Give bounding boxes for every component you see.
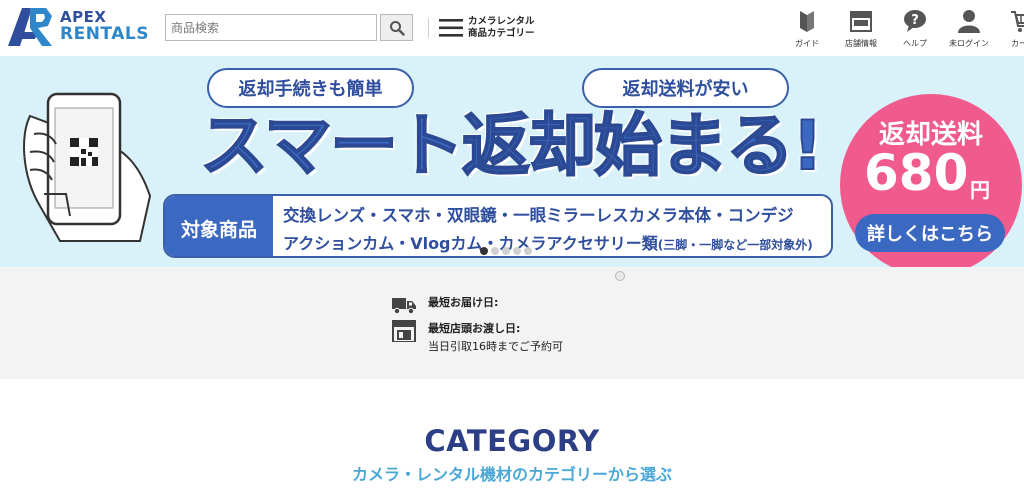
hamburger-menu-icon [439, 19, 463, 37]
search-icon [389, 20, 405, 36]
help-bubble-icon: ? [904, 10, 926, 32]
qr-code-icon [70, 138, 98, 166]
apex-rentals-logo[interactable]: APEX RENTALS [8, 8, 150, 48]
nav-help-label: ヘルプ [903, 39, 927, 48]
nav-cart-label: カート [1011, 39, 1024, 48]
badge-easy-return-text: 返却手続きも簡単 [238, 79, 383, 100]
nav-help[interactable]: ? ヘルプ [890, 8, 940, 49]
cart-icon [1011, 11, 1024, 32]
nav-store-info[interactable]: 店舗情報 [836, 8, 886, 49]
site-header: APEX RENTALS カメラレンタル 商品カテゴリー ガイド [0, 0, 1024, 56]
logo-text-rentals: RENTALS [60, 24, 149, 44]
badge-cheap-shipping-text: 返却送料が安い [622, 79, 749, 100]
fastest-pickup-label: 最短店頭お渡し日: [428, 322, 521, 335]
nav-cart[interactable]: カート [998, 8, 1024, 49]
guide-book-icon [800, 11, 814, 32]
category-menu-label-1: カメラレンタル [468, 16, 535, 27]
nav-store-info-label: 店舗情報 [845, 39, 877, 48]
target-products-line-2: アクションカム・Vlogカム・カメラアクセサリー類(三脚・一脚など一部対象外) [283, 230, 813, 254]
slider-indicator-dot[interactable] [615, 271, 625, 281]
carousel-dot[interactable] [491, 247, 499, 255]
category-subheading: カメラ・レンタル機材のカテゴリーから選ぶ [351, 465, 672, 484]
nav-guide-label: ガイド [795, 39, 819, 48]
carousel-dot[interactable] [513, 247, 521, 255]
hero-banner[interactable]: 返却手続きも簡単 返却送料が安い スマート返却始まる! 対象商品 交換レンズ・ス… [0, 56, 1024, 267]
delivery-truck-icon [392, 298, 416, 315]
target-products-note: (三脚・一脚など一部対象外) [657, 238, 813, 252]
nav-login[interactable]: 未ログイン [944, 8, 994, 49]
category-menu-label-2: 商品カテゴリー [468, 28, 535, 39]
target-products-label: 対象商品 [165, 196, 273, 256]
nav-guide[interactable]: ガイド [782, 8, 832, 49]
target-products-line-1: 交換レンズ・スマホ・双眼鏡・一眼ミラーレスカメラ本体・コンデジ [283, 206, 794, 225]
store-icon [850, 11, 872, 32]
return-fee-amount: 680 [864, 144, 969, 202]
store-front-icon [392, 320, 416, 342]
header-divider [428, 18, 429, 38]
return-fee-unit: 円 [970, 178, 990, 202]
target-products-line-2-text: アクションカム・Vlogカム・カメラアクセサリー類 [283, 234, 658, 253]
user-icon [958, 10, 980, 33]
carousel-dot[interactable] [480, 247, 488, 255]
nav-login-label: 未ログイン [949, 39, 989, 48]
header-nav: ガイド 店舗情報 ? ヘルプ 未ログイン カー [782, 8, 1024, 49]
details-button[interactable]: 詳しくはこちら [855, 214, 1005, 252]
svg-text:?: ? [911, 13, 919, 28]
fastest-pickup-row: 最短店頭お渡し日: 当日引取16時までご予約可 [392, 320, 563, 356]
carousel-dot[interactable] [524, 247, 532, 255]
carousel-dots [480, 247, 535, 255]
fastest-delivery-label: 最短お届け日: [428, 296, 499, 309]
fastest-delivery-row: 最短お届け日: [392, 294, 498, 316]
logo-mark-icon [8, 8, 52, 46]
category-heading: CATEGORY [424, 424, 600, 458]
fastest-pickup-value: 当日引取16時までご予約可 [428, 340, 563, 353]
search-button[interactable] [380, 14, 413, 41]
carousel-dot[interactable] [502, 247, 510, 255]
category-menu-button[interactable]: カメラレンタル 商品カテゴリー [439, 14, 535, 42]
search-input[interactable] [165, 14, 377, 41]
banner-headline: スマート返却始まる! [199, 106, 824, 187]
